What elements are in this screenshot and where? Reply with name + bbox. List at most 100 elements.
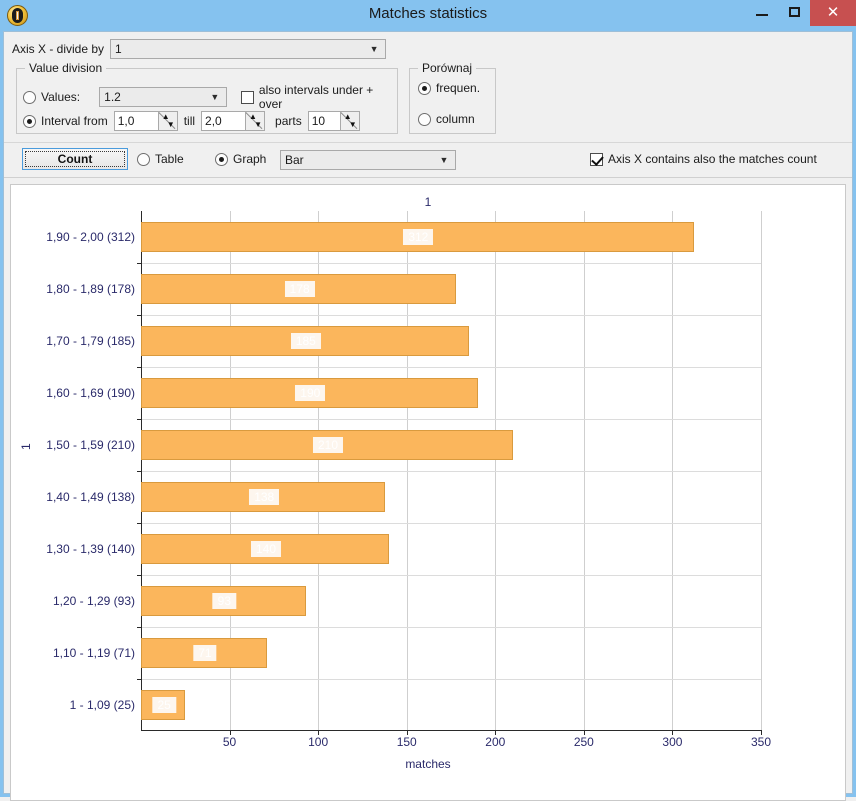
- maximize-button[interactable]: [778, 0, 810, 24]
- y-tick-label: 1,30 - 1,39 (140): [46, 542, 135, 556]
- x-tick-label: 50: [222, 735, 237, 749]
- chevron-down-icon: ▼: [369, 44, 379, 54]
- frequen-radio-dot: [418, 81, 431, 95]
- values-radio[interactable]: Values:: [23, 90, 80, 104]
- count-button-label: Count: [57, 152, 93, 166]
- y-axis-tick: [137, 575, 142, 576]
- chart-bar[interactable]: 178: [141, 274, 457, 304]
- interval-from-stepper[interactable]: 1,0 ▲ ▼: [113, 111, 178, 131]
- minimize-button[interactable]: [746, 0, 778, 24]
- values-radio-dot: [23, 90, 36, 104]
- bar-value-label: 190: [295, 385, 326, 401]
- frequen-radio[interactable]: frequen.: [418, 81, 480, 95]
- chart-bar[interactable]: 140: [141, 534, 389, 564]
- application-window: Matches statistics ✕ Axis X - divide by …: [0, 0, 856, 801]
- chart-bar[interactable]: 190: [141, 378, 478, 408]
- x-tick-label: 150: [396, 735, 417, 749]
- gridline-horizontal: [141, 315, 761, 316]
- y-tick-label: 1,70 - 1,79 (185): [46, 334, 135, 348]
- parts-label: parts: [275, 114, 302, 128]
- y-tick-label: 1 - 1,09 (25): [69, 698, 135, 712]
- y-tick-label: 1,20 - 1,29 (93): [52, 594, 135, 608]
- gridline-horizontal: [141, 419, 761, 420]
- y-tick-label: 1,80 - 1,89 (178): [46, 282, 135, 296]
- value-division-group: Value division Values: 1.2 ▼ also interv…: [16, 61, 398, 134]
- parts-spin-buttons[interactable]: ▲ ▼: [339, 112, 359, 130]
- options-panel: Axis X - divide by 1 ▼ Value division Va…: [4, 32, 852, 143]
- chart-bar[interactable]: 312: [141, 222, 694, 252]
- values-radio-label: Values:: [41, 90, 81, 104]
- table-radio-dot: [137, 152, 150, 166]
- view-toolbar: Count Table Graph Bar ▼ Axis X contains …: [4, 143, 852, 178]
- y-tick-label: 1,10 - 1,19 (71): [52, 646, 135, 660]
- y-axis-tick: [137, 263, 142, 264]
- gridline-horizontal: [141, 471, 761, 472]
- interval-from-spin-buttons[interactable]: ▲ ▼: [157, 112, 177, 130]
- bar-value-label: 210: [312, 437, 344, 453]
- graph-type-value: Bar: [285, 153, 304, 167]
- parts-value: 10: [311, 114, 326, 128]
- bar-value-label: 25: [152, 697, 176, 713]
- y-axis-tick: [137, 419, 142, 420]
- interval-radio[interactable]: Interval from: [23, 114, 108, 128]
- x-tick-label: 350: [750, 735, 772, 749]
- axis-x-divide-select[interactable]: 1 ▼: [110, 39, 387, 59]
- chart-bar[interactable]: 210: [141, 430, 513, 460]
- axis-x-divide-label: Axis X - divide by: [12, 42, 105, 56]
- chart-bar[interactable]: 71: [141, 638, 267, 668]
- chevron-down-icon: ▼: [439, 155, 449, 165]
- chart-bar[interactable]: 185: [141, 326, 469, 356]
- porownaj-title: Porównaj: [418, 61, 477, 75]
- chart-bar[interactable]: 93: [141, 586, 306, 616]
- x-tick-label: 100: [308, 735, 329, 749]
- bar-value-label: 140: [250, 541, 282, 557]
- axis-x-matches-count-label: Axis X contains also the matches count: [608, 152, 817, 166]
- bar-value-label: 178: [284, 281, 315, 297]
- gridline-horizontal: [141, 523, 761, 524]
- bar-value-label: 71: [193, 645, 217, 661]
- table-radio[interactable]: Table: [137, 152, 184, 166]
- interval-till-value: 2,0: [205, 114, 222, 128]
- title-bar: Matches statistics ✕: [0, 0, 856, 31]
- interval-radio-label: Interval from: [41, 114, 108, 128]
- gridline-horizontal: [141, 575, 761, 576]
- column-radio-dot: [418, 112, 431, 126]
- values-select[interactable]: 1.2 ▼: [99, 87, 227, 107]
- also-intervals-checkbox[interactable]: also intervals under + over: [240, 83, 397, 111]
- table-radio-label: Table: [155, 152, 184, 166]
- bar-value-label: 93: [212, 593, 237, 609]
- graph-type-select[interactable]: Bar ▼: [280, 150, 456, 170]
- gridline-horizontal: [141, 679, 761, 680]
- chart-bar[interactable]: 138: [141, 482, 386, 512]
- y-axis-tick: [137, 367, 142, 368]
- frequen-radio-label: frequen.: [436, 81, 481, 95]
- axis-x-divide-row: Axis X - divide by 1 ▼: [12, 39, 387, 59]
- interval-till-spin-buttons[interactable]: ▲ ▼: [245, 112, 265, 130]
- graph-radio[interactable]: Graph: [215, 152, 266, 166]
- bar-value-label: 138: [249, 489, 280, 505]
- chart-area: 1 1 1,90 - 2,00 (312) 1,80 - 1,89 (178) 1,…: [10, 184, 846, 801]
- y-tick-label: 1,90 - 2,00 (312): [46, 230, 135, 244]
- bar-value-label: 312: [403, 229, 434, 245]
- axis-x-matches-count-checkbox[interactable]: Axis X contains also the matches count: [590, 152, 817, 166]
- close-button[interactable]: ✕: [810, 0, 856, 26]
- column-radio[interactable]: column: [418, 112, 475, 126]
- column-radio-label: column: [436, 112, 475, 126]
- x-tick-label: 250: [573, 735, 594, 749]
- bar-value-label: 185: [290, 333, 321, 349]
- y-axis-tick: [137, 679, 142, 680]
- value-division-title: Value division: [25, 61, 107, 75]
- chart-x-axis-label: matches: [405, 757, 451, 771]
- chart-x-tick-labels: 50 100 150 200 250 300 350: [141, 731, 771, 781]
- client-area: Axis X - divide by 1 ▼ Value division Va…: [3, 31, 853, 801]
- y-axis-tick: [137, 471, 142, 472]
- also-intervals-box: [240, 90, 254, 104]
- interval-radio-dot: [23, 114, 36, 128]
- chart-bar[interactable]: 25: [141, 690, 186, 720]
- porownaj-group: Porównaj frequen. column: [409, 61, 496, 134]
- gridline-vertical: [761, 211, 762, 731]
- parts-stepper[interactable]: 10 ▲ ▼: [307, 111, 360, 131]
- window-buttons: ✕: [746, 0, 856, 31]
- count-button[interactable]: Count: [22, 148, 128, 170]
- interval-till-stepper[interactable]: 2,0 ▲ ▼: [201, 111, 266, 131]
